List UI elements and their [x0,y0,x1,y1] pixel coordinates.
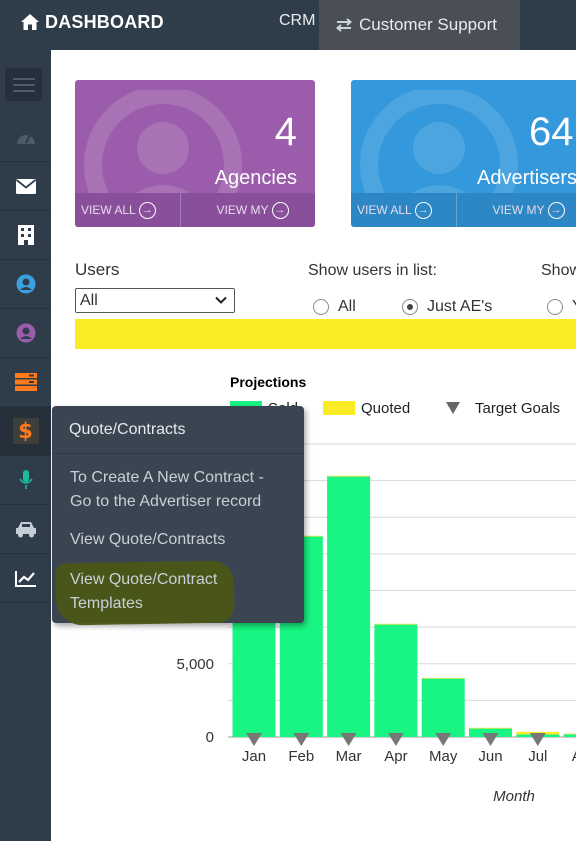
x-tick-label: Jun [478,748,502,765]
x-tick-label: May [429,748,458,765]
target-goal-marker [387,733,404,746]
menu-item-line: View Quote/Contract [70,571,218,588]
x-axis-title: Month [493,788,535,805]
menu-item-view-quote-contracts[interactable]: View Quote/Contracts [70,528,300,552]
bar-sold [327,476,371,737]
target-goal-marker [340,733,357,746]
app-root: DASHBOARD CRM Customer Support $ 4 Agenc… [0,0,576,841]
target-goal-marker [435,733,452,746]
target-goal-marker [246,733,262,746]
y-tick-label: 0 [206,729,214,746]
x-tick-label: Mar [336,748,362,765]
x-tick-label: Jan [242,748,266,765]
target-goal-marker [529,733,546,746]
x-tick-label: Apr [384,748,407,765]
y-tick-label: 5,000 [176,656,214,673]
x-tick-label: Jul [528,748,547,765]
target-goal-marker [482,733,499,746]
menu-item-line: Templates [70,595,143,612]
bar-sold [421,678,465,737]
flyout-menu-header[interactable]: Quote/Contracts [52,406,304,454]
target-goal-marker [293,733,310,746]
menu-item-line: View Quote/Contracts [70,531,226,548]
x-tick-label: Aug [572,748,576,765]
x-tick-label: Feb [288,748,314,765]
menu-item-line: To Create A New Contract - [70,469,264,486]
bar-sold [374,624,418,737]
menu-item-line: Go to the Advertiser record [70,493,262,510]
menu-item-view-quote-contract-templates[interactable]: View Quote/Contract Templates [70,568,300,616]
menu-item-create-contract-note[interactable]: To Create A New Contract - Go to the Adv… [70,466,300,514]
